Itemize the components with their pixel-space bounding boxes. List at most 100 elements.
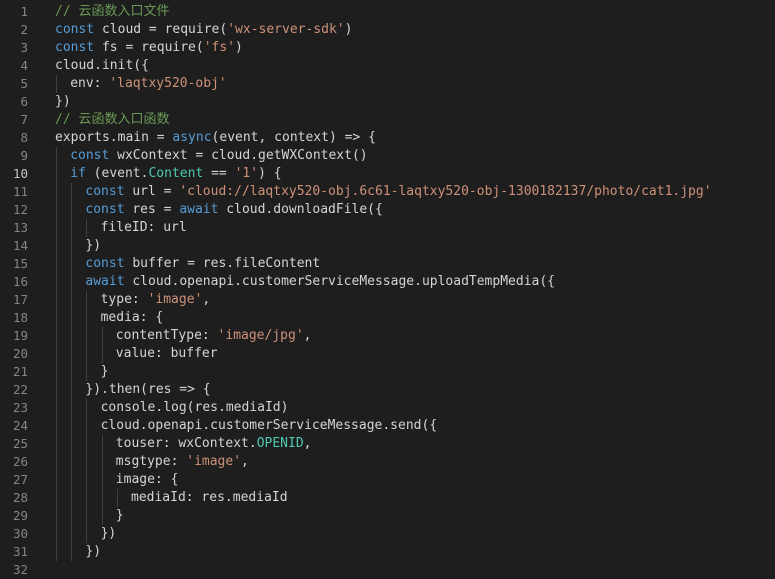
indent-guide (86, 291, 88, 381)
line-number: 28 (12, 490, 28, 505)
code-token: }).then(res => { (85, 382, 211, 397)
code-token: value: buffer (115, 346, 218, 361)
code-line: } (116, 507, 124, 525)
code-token: 'fs' (203, 40, 236, 55)
code-token: // 云函数入口函数 (55, 112, 170, 127)
line-number-gutter[interactable]: 1 2 3 4 5 6 7 8 9 10 11 12 13 14 15 16 17 18 19 20 21 22 23 24 2… (0, 0, 46, 579)
code-token: fs = require( (94, 40, 204, 55)
code-line: type: 'image', (101, 291, 211, 309)
code-token: 'laqtxy520-obj' (109, 76, 227, 91)
code-line: await cloud.openapi.customerServiceMessa… (85, 273, 555, 291)
code-token: const (55, 40, 95, 55)
code-line: fileID: url (101, 219, 187, 237)
code-token: }) (85, 544, 102, 559)
code-line: const url = 'cloud://laqtxy520-obj.6c61-… (85, 183, 711, 201)
code-token: type: (100, 292, 148, 307)
code-token: cloud.openapi.customerServiceMessage.upl… (124, 274, 555, 289)
code-line: msgtype: 'image', (116, 453, 249, 471)
code-line: cloud.init({ (55, 57, 149, 75)
code-line: console.log(res.mediaId) (101, 399, 289, 417)
line-number: 31 (12, 544, 28, 559)
code-token: cloud.openapi.customerServiceMessage.sen… (100, 418, 438, 433)
code-token: }) (55, 94, 71, 109)
code-token: await (179, 202, 219, 217)
code-line: }).then(res => { (85, 381, 210, 399)
code-token: 'image' (186, 454, 242, 469)
code-line: // 云函数入口文件 (55, 3, 169, 21)
line-number: 23 (12, 400, 28, 415)
line-number: 15 (12, 256, 28, 271)
code-token: mediaId: res.mediaId (131, 490, 288, 505)
line-number: 21 (12, 364, 28, 379)
line-number: 27 (12, 472, 28, 487)
code-line: if (event.Content == '1') { (70, 165, 281, 183)
code-token: res = (124, 202, 180, 217)
code-token: 'image' (147, 292, 203, 307)
code-token: == (203, 166, 235, 181)
code-line: const res = await cloud.downloadFile({ (85, 201, 382, 219)
indent-guide (86, 219, 88, 237)
line-number: 14 (12, 238, 28, 253)
code-line: }) (85, 237, 101, 255)
line-number: 5 (20, 76, 28, 91)
line-number: 25 (12, 436, 28, 451)
code-token: // 云函数入口文件 (55, 4, 170, 19)
code-token: const (85, 256, 125, 271)
code-token: 'image/jpg' (217, 328, 304, 343)
code-token: exports.main = (55, 130, 173, 145)
code-token: , (202, 292, 211, 307)
code-line: mediaId: res.mediaId (131, 489, 288, 507)
line-number: 16 (12, 274, 28, 289)
code-token: touser: wxContext. (115, 436, 257, 451)
code-token: , (241, 454, 249, 469)
line-number: 1 (20, 4, 28, 19)
code-token: cloud = require( (94, 22, 228, 37)
code-token: }) (100, 526, 117, 541)
code-token: ) (235, 40, 243, 55)
indent-guide (101, 327, 103, 363)
code-line: } (101, 363, 109, 381)
line-number: 12 (12, 202, 28, 217)
code-token: async (172, 130, 212, 145)
code-token: (event, context) => { (211, 130, 376, 145)
line-number: 24 (12, 418, 28, 433)
code-line: image: { (116, 471, 179, 489)
code-token: 'cloud://laqtxy520-obj.6c61-laqtxy520-ob… (179, 184, 712, 199)
code-line: }) (85, 543, 101, 561)
code-line: contentType: 'image/jpg', (116, 327, 312, 345)
code-token: const (70, 148, 110, 163)
code-token: contentType: (115, 328, 218, 343)
code-token: , (303, 436, 312, 451)
code-line: media: { (101, 309, 164, 327)
line-number: 10 (12, 166, 28, 181)
code-token: const (55, 22, 95, 37)
indent-guide (71, 183, 73, 561)
line-number: 3 (20, 40, 28, 55)
code-line: const cloud = require('wx-server-sdk') (55, 21, 352, 39)
code-token: const (85, 202, 125, 217)
code-line: value: buffer (116, 345, 218, 363)
line-number: 8 (20, 130, 28, 145)
code-token: msgtype: (115, 454, 187, 469)
line-number: 26 (12, 454, 28, 469)
code-line: }) (101, 525, 117, 543)
indent-guide (86, 399, 88, 543)
code-token: , (303, 328, 312, 343)
code-line: const fs = require('fs') (55, 39, 243, 57)
code-line: env: 'laqtxy520-obj' (70, 75, 227, 93)
line-number: 11 (12, 184, 28, 199)
code-token: ) { (258, 166, 282, 181)
line-number: 32 (12, 562, 28, 577)
code-token: } (115, 508, 124, 523)
code-token: image: { (115, 472, 179, 487)
code-editor[interactable]: 1 2 3 4 5 6 7 8 9 10 11 12 13 14 15 16 17 18 19 20 21 22 23 24 2… (0, 0, 775, 579)
code-area[interactable]: // 云函数入口文件 const cloud = require('wx-serv… (55, 0, 775, 579)
line-number: 29 (12, 508, 28, 523)
code-line: const wxContext = cloud.getWXContext() (70, 147, 367, 165)
code-token: Content (148, 166, 204, 181)
code-token: const (85, 184, 125, 199)
line-number: 7 (20, 112, 28, 127)
indent-guide (56, 75, 57, 93)
code-line: // 云函数入口函数 (55, 111, 169, 129)
code-token: fileID: url (100, 220, 187, 235)
